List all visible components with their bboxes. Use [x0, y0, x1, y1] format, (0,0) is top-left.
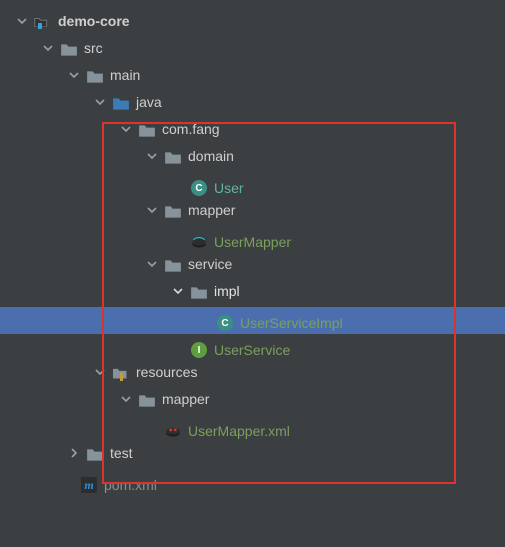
tree-row-resources[interactable]: resources	[0, 359, 505, 386]
class-icon: C	[216, 314, 234, 332]
resources-folder-icon	[112, 364, 130, 382]
project-tree: demo-core src main	[0, 0, 505, 494]
tree-row-main[interactable]: main	[0, 62, 505, 89]
chevron-down-icon[interactable]	[118, 116, 134, 143]
tree-row-demo-core[interactable]: demo-core	[0, 8, 505, 35]
tree-row-usermapper-xml[interactable]: UserMapper.xml	[0, 413, 505, 440]
folder-icon	[86, 445, 104, 463]
folder-label: java	[136, 89, 162, 116]
package-label: impl	[214, 278, 240, 305]
folder-label: main	[110, 62, 140, 89]
package-label: domain	[188, 143, 234, 170]
chevron-down-icon[interactable]	[118, 386, 134, 413]
tree-row-domain[interactable]: domain	[0, 143, 505, 170]
mybatis-icon	[190, 233, 208, 251]
package-icon	[164, 202, 182, 220]
folder-icon	[60, 40, 78, 58]
package-icon	[164, 256, 182, 274]
tree-row-user[interactable]: C User	[0, 170, 505, 197]
chevron-down-icon[interactable]	[40, 35, 56, 62]
mybatis-xml-icon	[164, 422, 182, 440]
folder-label: src	[84, 35, 103, 62]
chevron-down-icon[interactable]	[66, 62, 82, 89]
chevron-down-icon[interactable]	[92, 89, 108, 116]
chevron-down-icon[interactable]	[144, 197, 160, 224]
tree-row-java[interactable]: java	[0, 89, 505, 116]
folder-label: resources	[136, 359, 197, 386]
project-root-label: demo-core	[58, 8, 130, 35]
tree-row-mapper[interactable]: mapper	[0, 197, 505, 224]
tree-row-usermapper[interactable]: UserMapper	[0, 224, 505, 251]
chevron-down-icon[interactable]	[144, 251, 160, 278]
tree-row-resources-mapper[interactable]: mapper	[0, 386, 505, 413]
folder-label: test	[110, 440, 133, 467]
tree-row-service[interactable]: service	[0, 251, 505, 278]
package-label: com.fang	[162, 116, 220, 143]
tree-row-src[interactable]: src	[0, 35, 505, 62]
tree-row-pom[interactable]: m pom.xml	[0, 467, 505, 494]
package-icon	[190, 283, 208, 301]
chevron-down-icon[interactable]	[14, 8, 30, 35]
chevron-down-icon[interactable]	[144, 143, 160, 170]
module-icon	[34, 13, 52, 31]
folder-icon	[138, 391, 156, 409]
package-label: service	[188, 251, 232, 278]
chevron-right-icon[interactable]	[66, 440, 82, 467]
class-icon: C	[190, 179, 208, 197]
tree-row-userserviceimpl[interactable]: C UserServiceImpl	[0, 305, 505, 332]
tree-row-test[interactable]: test	[0, 440, 505, 467]
package-label: mapper	[188, 197, 235, 224]
chevron-down-icon[interactable]	[170, 278, 186, 305]
file-label: pom.xml	[104, 472, 157, 499]
folder-icon	[86, 67, 104, 85]
package-icon	[164, 148, 182, 166]
tree-row-package[interactable]: com.fang	[0, 116, 505, 143]
package-icon	[138, 121, 156, 139]
chevron-down-icon[interactable]	[92, 359, 108, 386]
source-folder-icon	[112, 94, 130, 112]
maven-icon: m	[80, 476, 98, 494]
folder-label: mapper	[162, 386, 209, 413]
tree-row-impl[interactable]: impl	[0, 278, 505, 305]
interface-icon: I	[190, 341, 208, 359]
tree-row-userservice[interactable]: I UserService	[0, 332, 505, 359]
